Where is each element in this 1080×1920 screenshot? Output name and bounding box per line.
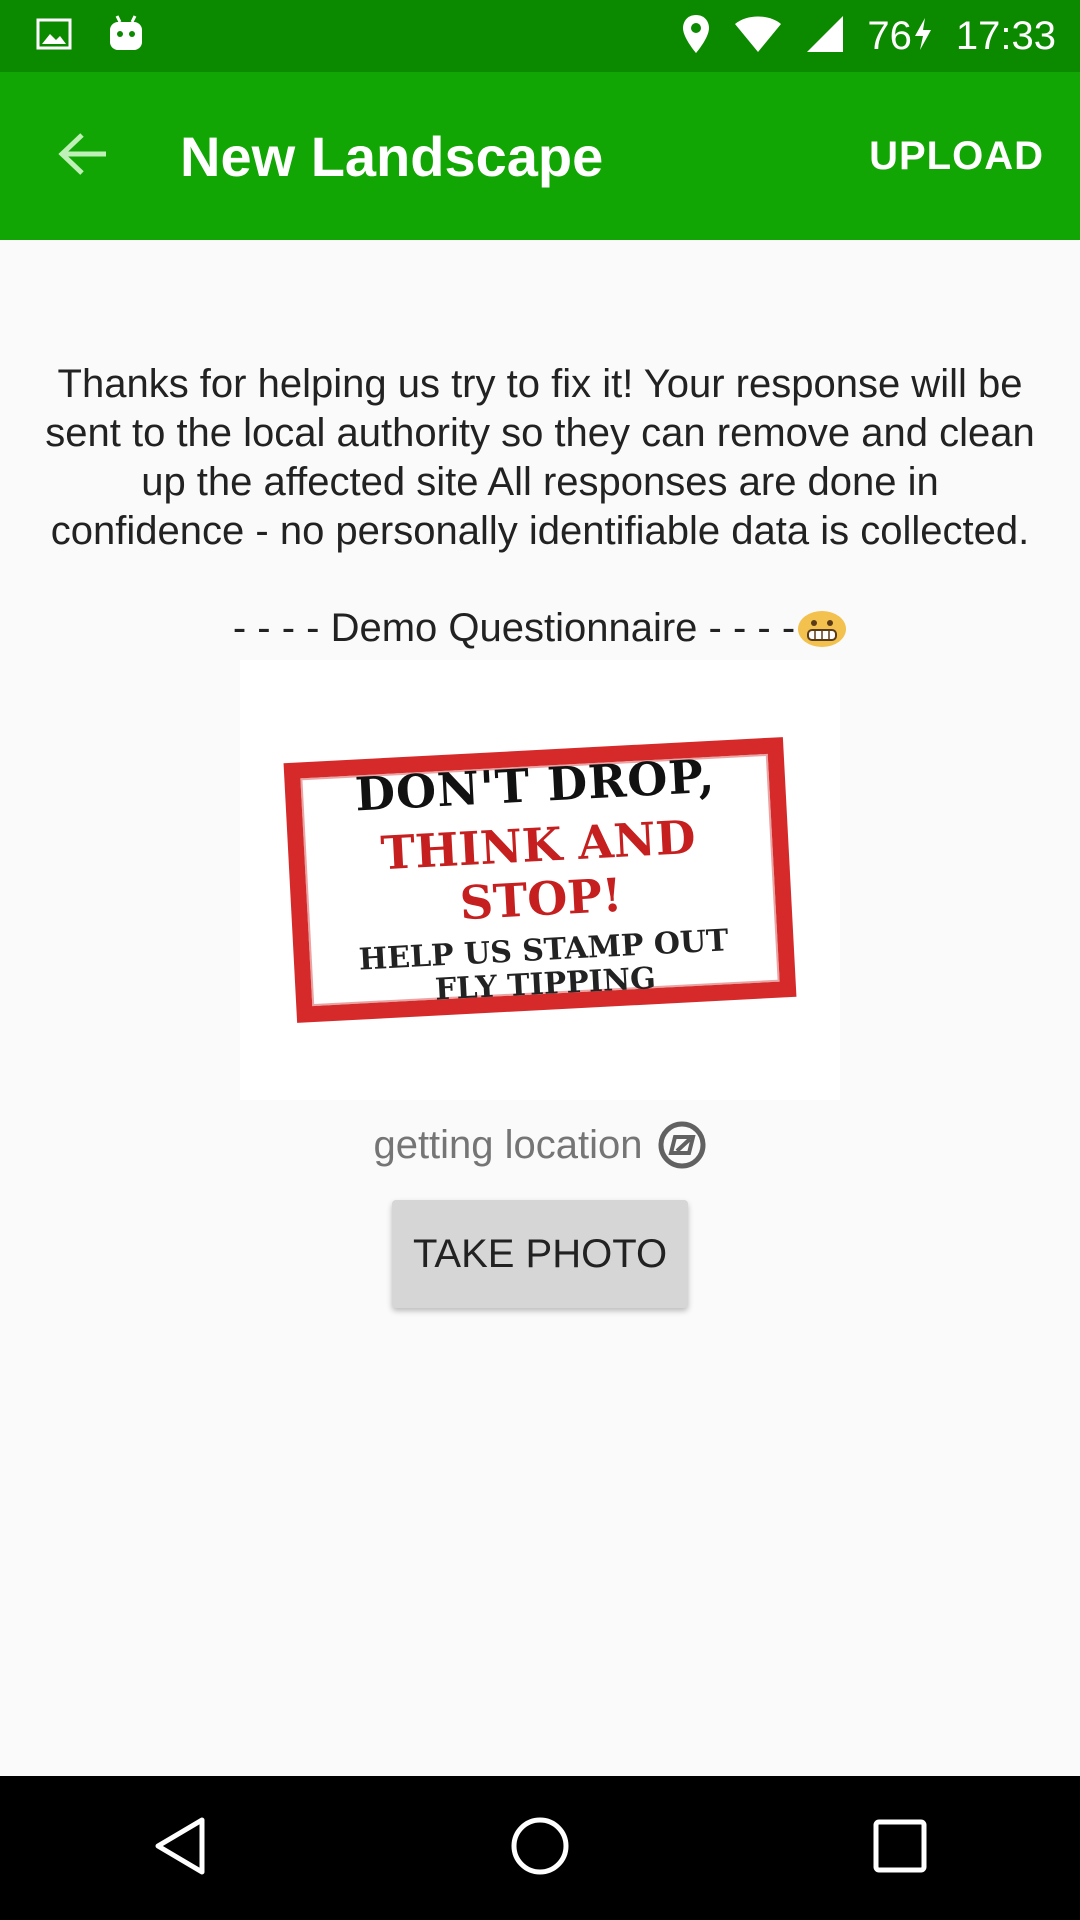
app-bar: New Landscape UPLOAD <box>0 72 1080 240</box>
content: Thanks for helping us try to fix it! You… <box>0 240 1080 1776</box>
battery-level: 76 <box>867 13 912 58</box>
sign-line-3: HELP US STAMP OUT FLY TIPPING <box>358 923 731 1011</box>
android-icon <box>108 14 144 59</box>
grinning-face-icon <box>797 610 847 648</box>
navigation-bar <box>0 1776 1080 1920</box>
take-photo-button[interactable]: TAKE PHOTO <box>392 1200 688 1308</box>
wifi-icon <box>733 14 783 59</box>
back-button[interactable] <box>36 108 132 204</box>
recents-square-icon <box>872 1818 928 1879</box>
nav-recents-button[interactable] <box>840 1788 960 1908</box>
sign: DON'T DROP, THINK AND STOP! HELP US STAM… <box>283 737 797 1023</box>
screen: 76 17:33 New Landscape UPLOAD Thanks for… <box>0 0 1080 1920</box>
home-circle-icon <box>510 1816 570 1881</box>
signal-icon <box>805 14 845 59</box>
demo-questionnaire-label: - - - - Demo Questionnaire - - - - <box>0 606 1080 651</box>
location-status: getting location <box>0 1120 1080 1170</box>
fly-tipping-sign-image: DON'T DROP, THINK AND STOP! HELP US STAM… <box>240 660 840 1100</box>
image-icon <box>36 18 72 55</box>
battery-charging-icon <box>912 16 934 57</box>
back-arrow-icon <box>58 132 110 181</box>
demo-label-text: - - - - Demo Questionnaire - - - - <box>232 606 796 650</box>
clock: 17:33 <box>955 13 1056 58</box>
page-title: New Landscape <box>180 124 604 188</box>
battery-indicator: 76 <box>867 14 934 59</box>
compass-icon <box>657 1120 707 1170</box>
status-left <box>36 14 180 59</box>
nav-back-button[interactable] <box>120 1788 240 1908</box>
location-status-text: getting location <box>373 1122 643 1167</box>
status-right: 76 17:33 <box>659 13 1056 60</box>
nav-home-button[interactable] <box>480 1788 600 1908</box>
intro-text: Thanks for helping us try to fix it! You… <box>45 362 1035 553</box>
location-pin-icon <box>681 13 711 60</box>
upload-button[interactable]: UPLOAD <box>869 134 1044 179</box>
back-triangle-icon <box>152 1816 208 1881</box>
status-bar: 76 17:33 <box>0 0 1080 72</box>
sign-line-2: THINK AND STOP! <box>379 809 697 931</box>
